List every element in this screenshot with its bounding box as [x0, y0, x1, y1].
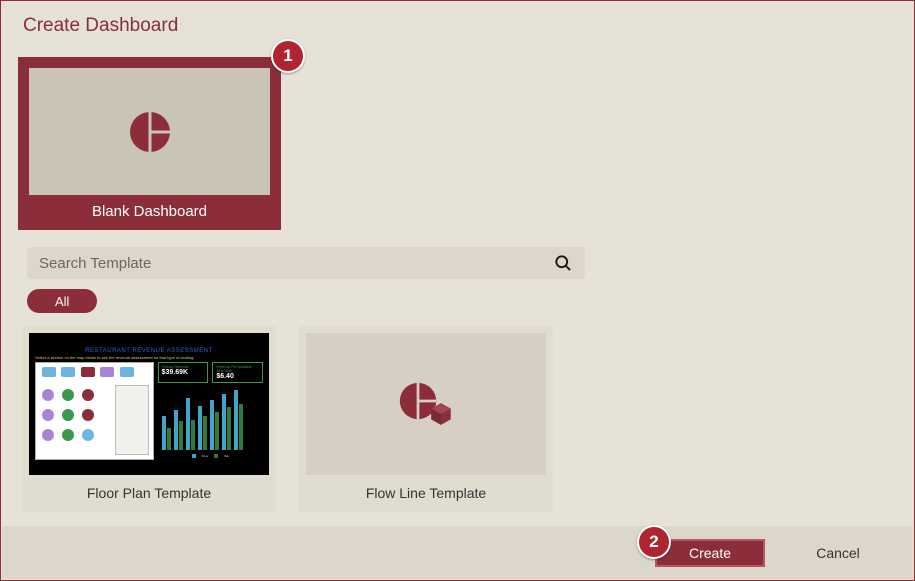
annotation-badge-1: 1: [271, 39, 305, 73]
floor-preview-title: RESTAURANT REVENUE ASSESSMENT: [35, 348, 263, 354]
blank-dashboard-label: Blank Dashboard: [19, 195, 280, 229]
annotation-badge-2: 2: [637, 525, 671, 559]
floor-plan-metrics: Primary Revenue $39.69K Revenue Per Avai…: [158, 362, 263, 460]
filter-all-pill[interactable]: All: [27, 289, 97, 313]
bar-chart-icon: [158, 385, 263, 452]
pie-chart-icon: [128, 110, 172, 154]
template-card-flow-line[interactable]: Flow Line Template: [299, 326, 553, 512]
search-icon: [553, 253, 573, 273]
floor-plan-preview: RESTAURANT REVENUE ASSESSMENT Select a s…: [29, 333, 269, 475]
floor-preview-body: Primary Revenue $39.69K Revenue Per Avai…: [35, 362, 263, 460]
search-bar[interactable]: [27, 247, 585, 279]
dialog-title: Create Dashboard: [1, 1, 914, 37]
footer-bar: Create Cancel: [2, 526, 913, 579]
template-card-floor-plan[interactable]: RESTAURANT REVENUE ASSESSMENT Select a s…: [22, 326, 276, 512]
search-input[interactable]: [39, 255, 553, 272]
floor-preview-subtitle: Select a section on the map below to see…: [35, 355, 263, 360]
cube-icon: [428, 401, 454, 427]
templates-row: RESTAURANT REVENUE ASSESSMENT Select a s…: [22, 326, 553, 512]
blank-dashboard-card[interactable]: Blank Dashboard: [18, 57, 281, 230]
floor-plan-map: [35, 362, 154, 460]
cancel-button[interactable]: Cancel: [783, 539, 893, 567]
create-button[interactable]: Create: [655, 539, 765, 567]
flow-line-preview: [306, 333, 546, 475]
blank-dashboard-preview: [29, 68, 270, 195]
template-label: Floor Plan Template: [22, 475, 276, 512]
template-label: Flow Line Template: [299, 475, 553, 512]
